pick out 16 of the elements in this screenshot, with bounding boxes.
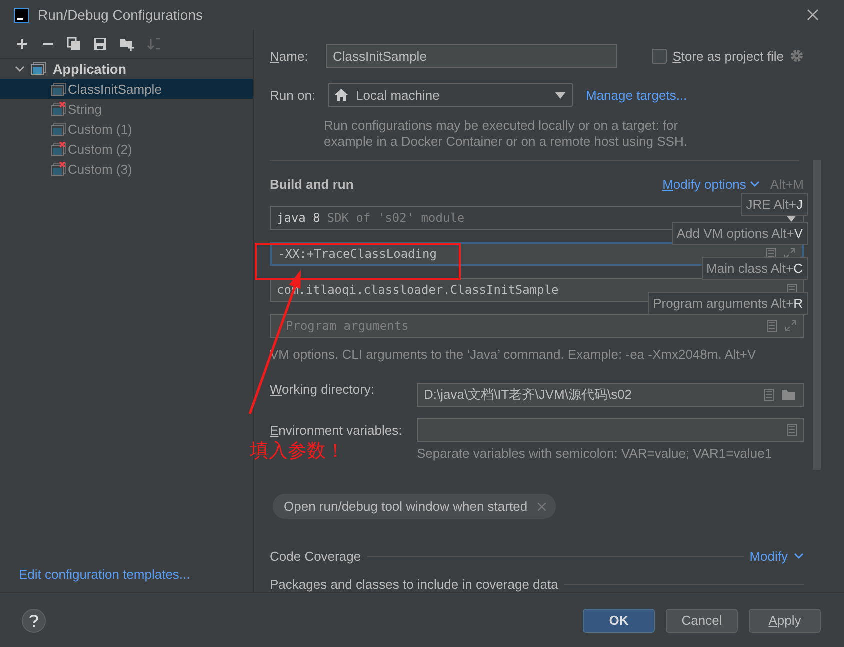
section-title: Packages and classes to include in coverage data — [270, 577, 558, 592]
shortcut-tooltip: JRE Alt+J — [741, 193, 808, 216]
working-directory-label: Working directory: — [270, 382, 376, 396]
environment-variables-label: Environment variables: — [270, 422, 404, 438]
name-label: Name: — [270, 48, 310, 64]
window-title: Run/Debug Configurations — [38, 7, 203, 23]
run-on-label: Run on: — [270, 88, 317, 102]
shortcut-tooltip: Add VM options Alt+V — [672, 222, 808, 245]
annotation-text: 填入参数！ — [250, 439, 345, 464]
environment-variables-hint: Separate variables with semicolon: VAR=value; VAR1=value1 — [417, 446, 774, 462]
run-on-description: Run configurations may be executed locally or on a target: for example in a Docker Container or on a remote host using SSH. — [324, 118, 688, 150]
shortcut-text: Alt+M — [770, 177, 804, 192]
shortcut-tooltip: Main class Alt+C — [702, 257, 808, 280]
section-title: Code Coverage — [270, 549, 362, 564]
shortcut-tooltip: Program arguments Alt+R — [648, 292, 808, 315]
section-title: Build and run — [270, 177, 354, 192]
